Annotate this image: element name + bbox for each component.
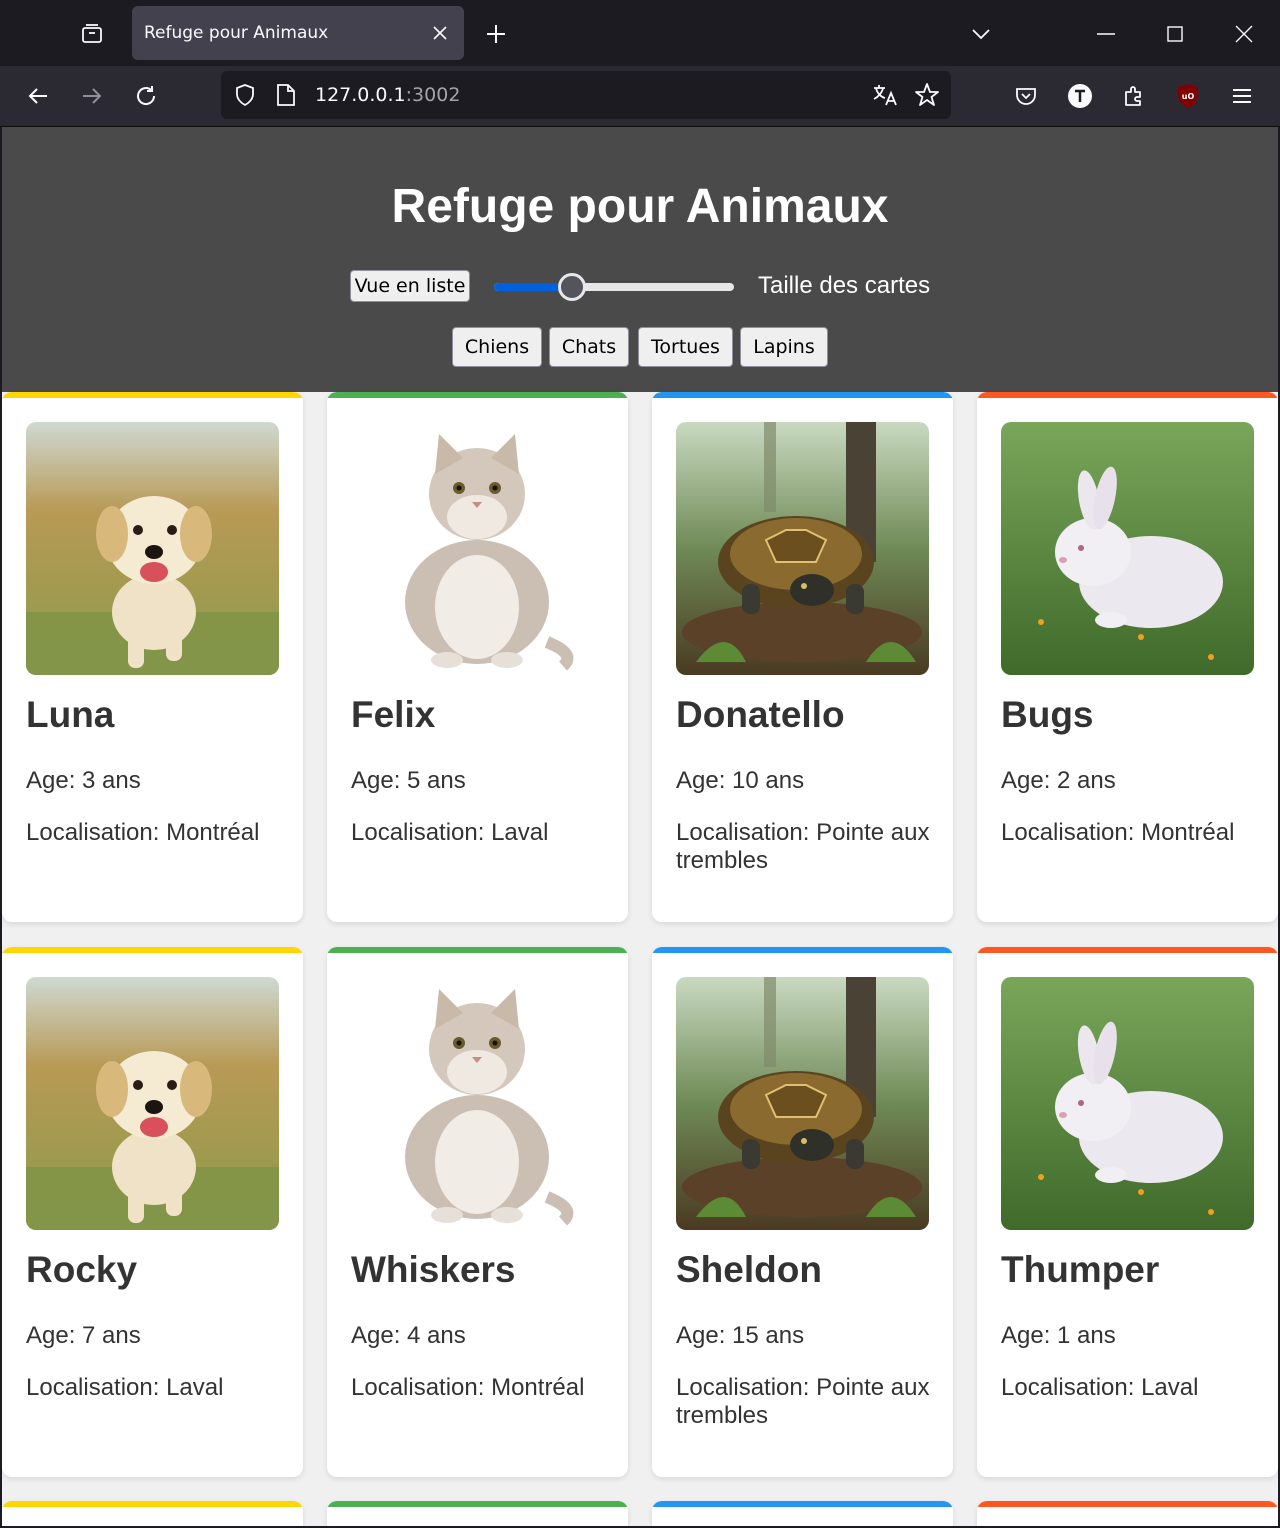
- animal-name: Whiskers: [351, 1249, 516, 1290]
- animal-location: Localisation: Laval: [26, 1374, 224, 1401]
- ublock-origin-icon[interactable]: uO: [1170, 78, 1206, 114]
- page-header: Refuge pour Animaux Vue en liste Taille …: [2, 127, 1278, 392]
- card-size-slider[interactable]: [494, 273, 734, 301]
- animal-photo: [1001, 422, 1254, 675]
- close-tab-icon[interactable]: [428, 21, 452, 45]
- card-type-border: [977, 392, 1278, 398]
- card-type-border: [652, 947, 953, 953]
- animal-card-partial[interactable]: [327, 1501, 628, 1526]
- animal-photo: [26, 422, 279, 675]
- card-type-border: [327, 1501, 628, 1507]
- animal-photo: [351, 977, 604, 1230]
- animal-photo: [1001, 977, 1254, 1230]
- card-type-border: [2, 947, 303, 953]
- card-type-border: [652, 1501, 953, 1507]
- new-tab-icon[interactable]: [480, 18, 512, 50]
- filter-dogs-button[interactable]: Chiens: [452, 327, 542, 367]
- browser-tab[interactable]: Refuge pour Animaux: [132, 6, 464, 60]
- animal-age: Age: 2 ans: [1001, 767, 1116, 794]
- card-type-border: [977, 947, 1278, 953]
- filter-cats-button[interactable]: Chats: [549, 327, 629, 367]
- animal-card[interactable]: Luna Age: 3 ans Localisation: Montréal: [2, 392, 303, 922]
- shield-icon[interactable]: [233, 83, 257, 112]
- bookmark-star-icon[interactable]: [914, 82, 940, 113]
- slider-label: Taille des cartes: [758, 272, 931, 299]
- tab-list-icon[interactable]: [72, 14, 112, 54]
- url-host: 127.0.0.1: [315, 84, 406, 106]
- animal-card[interactable]: Rocky Age: 7 ans Localisation: Laval: [2, 947, 303, 1477]
- animal-name: Sheldon: [676, 1249, 822, 1290]
- page-title: Refuge pour Animaux: [391, 180, 889, 233]
- tab-title: Refuge pour Animaux: [144, 23, 329, 43]
- animal-age: Age: 15 ans: [676, 1322, 805, 1349]
- animal-location: Localisation: Montréal: [1001, 819, 1235, 846]
- list-view-button[interactable]: Vue en liste: [350, 270, 470, 302]
- browser-nav-bar: 127.0.0.1:3002 uO: [0, 66, 1280, 127]
- animal-card-partial[interactable]: [2, 1501, 303, 1526]
- page-icon[interactable]: [276, 83, 296, 112]
- animal-location: Localisation: Pointe aux trembles: [676, 1374, 930, 1429]
- animal-name: Bugs: [1001, 694, 1094, 735]
- url-text[interactable]: 127.0.0.1:3002: [315, 71, 460, 119]
- animal-card[interactable]: Bugs Age: 2 ans Localisation: Montréal: [977, 392, 1278, 922]
- back-arrow-icon[interactable]: [20, 78, 56, 114]
- animal-photo: [351, 422, 604, 675]
- close-window-icon[interactable]: [1226, 16, 1262, 52]
- slider-thumb[interactable]: [557, 273, 586, 301]
- animal-age: Age: 5 ans: [351, 767, 466, 794]
- animal-card[interactable]: Donatello Age: 10 ans Localisation: Poin…: [652, 392, 953, 922]
- animal-location: Localisation: Laval: [1001, 1374, 1199, 1401]
- animal-name: Luna: [26, 694, 115, 735]
- url-port: :3002: [405, 84, 461, 106]
- card-type-border: [977, 1501, 1278, 1507]
- animal-location: Localisation: Pointe aux trembles: [676, 819, 930, 874]
- animal-name: Felix: [351, 694, 436, 735]
- svg-text:uO: uO: [1182, 92, 1195, 101]
- animal-age: Age: 4 ans: [351, 1322, 466, 1349]
- animal-location: Localisation: Montréal: [351, 1374, 585, 1401]
- reload-icon[interactable]: [128, 78, 164, 114]
- card-type-border: [652, 392, 953, 398]
- animal-location: Localisation: Montréal: [26, 819, 260, 846]
- hamburger-menu-icon[interactable]: [1224, 78, 1260, 114]
- animal-photo: [26, 977, 279, 1230]
- animal-age: Age: 3 ans: [26, 767, 141, 794]
- chevron-down-icon[interactable]: [963, 16, 999, 52]
- animal-card[interactable]: Whiskers Age: 4 ans Localisation: Montré…: [327, 947, 628, 1477]
- account-avatar-icon[interactable]: [1062, 78, 1098, 114]
- translate-icon[interactable]: [872, 83, 898, 112]
- animal-name: Thumper: [1001, 1249, 1160, 1290]
- card-type-border: [327, 392, 628, 398]
- forward-arrow-icon[interactable]: [74, 78, 110, 114]
- animal-location: Localisation: Laval: [351, 819, 549, 846]
- animal-card[interactable]: Thumper Age: 1 ans Localisation: Laval: [977, 947, 1278, 1477]
- card-type-border: [327, 947, 628, 953]
- animal-age: Age: 10 ans: [676, 767, 805, 794]
- card-type-border: [2, 1501, 303, 1507]
- animal-photo: [676, 977, 929, 1230]
- page-viewport: Refuge pour Animaux Vue en liste Taille …: [2, 127, 1278, 1526]
- extensions-puzzle-icon[interactable]: [1116, 78, 1152, 114]
- filter-turtles-button[interactable]: Tortues: [638, 327, 733, 367]
- browser-tab-bar: Refuge pour Animaux: [0, 0, 1280, 66]
- filter-rabbits-button[interactable]: Lapins: [740, 327, 828, 367]
- animal-card-partial[interactable]: [652, 1501, 953, 1526]
- animal-photo: [676, 422, 929, 675]
- animal-name: Donatello: [676, 694, 845, 735]
- minimize-icon[interactable]: [1088, 16, 1124, 52]
- pocket-icon[interactable]: [1008, 78, 1044, 114]
- url-bar[interactable]: 127.0.0.1:3002: [221, 71, 951, 119]
- animal-card[interactable]: Felix Age: 5 ans Localisation: Laval: [327, 392, 628, 922]
- animal-card[interactable]: Sheldon Age: 15 ans Localisation: Pointe…: [652, 947, 953, 1477]
- animal-card-partial[interactable]: [977, 1501, 1278, 1526]
- animal-age: Age: 7 ans: [26, 1322, 141, 1349]
- animal-name: Rocky: [26, 1249, 138, 1290]
- card-type-border: [2, 392, 303, 398]
- animal-age: Age: 1 ans: [1001, 1322, 1116, 1349]
- maximize-icon[interactable]: [1157, 16, 1193, 52]
